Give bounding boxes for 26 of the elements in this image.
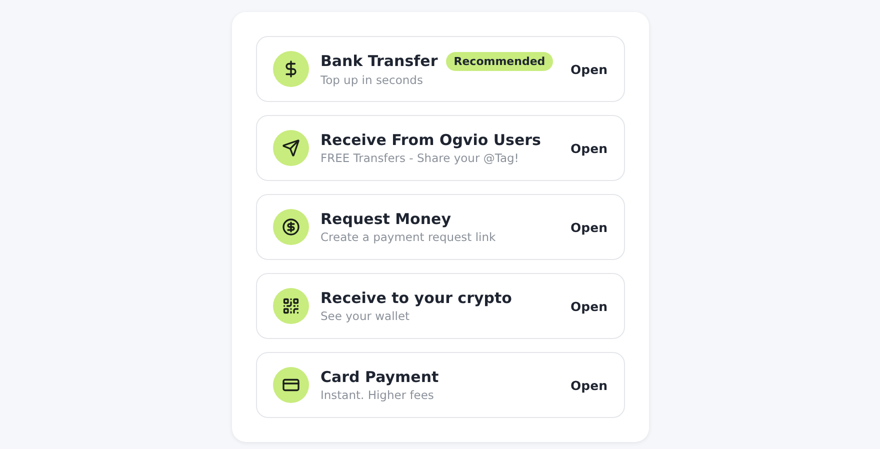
credit-card-icon — [272, 367, 308, 403]
open-button[interactable]: Open — [570, 298, 608, 314]
method-subtitle: Instant. Higher fees — [320, 388, 435, 402]
dollar-coin-icon — [272, 209, 308, 245]
method-title: Card Payment — [320, 368, 439, 386]
open-button[interactable]: Open — [570, 378, 608, 392]
open-button[interactable]: Open — [570, 220, 608, 234]
payment-method-row[interactable]: Card Payment Instant. Higher fees Open — [256, 352, 624, 418]
payment-method-row[interactable]: Bank Transfer Recommended Top up in seconds Open — [256, 36, 624, 102]
payment-method-row[interactable]: Receive to your crypto See your wallet Open — [256, 273, 624, 339]
open-button[interactable]: Open — [570, 140, 608, 156]
method-title: Receive to your crypto — [320, 289, 512, 307]
recommended-badge: Recommended — [446, 52, 554, 70]
method-subtitle: Create a payment request link — [320, 230, 497, 244]
qr-code-icon — [272, 288, 308, 324]
method-subtitle: FREE Transfers - Share your @Tag! — [320, 151, 520, 165]
method-title: Receive From Ogvio Users — [320, 131, 541, 149]
method-title: Request Money — [320, 210, 451, 228]
method-subtitle: Top up in seconds — [320, 72, 424, 86]
payment-method-row[interactable]: Receive From Ogvio Users FREE Transfers - Share your @Tag! Open — [256, 115, 624, 181]
payment-method-row[interactable]: Request Money Create a payment request link Open — [256, 194, 624, 260]
dollar-icon — [272, 51, 308, 87]
method-subtitle: See your wallet — [320, 309, 411, 323]
send-icon — [272, 130, 308, 166]
open-button[interactable]: Open — [570, 62, 608, 76]
method-title: Bank Transfer — [320, 52, 438, 70]
